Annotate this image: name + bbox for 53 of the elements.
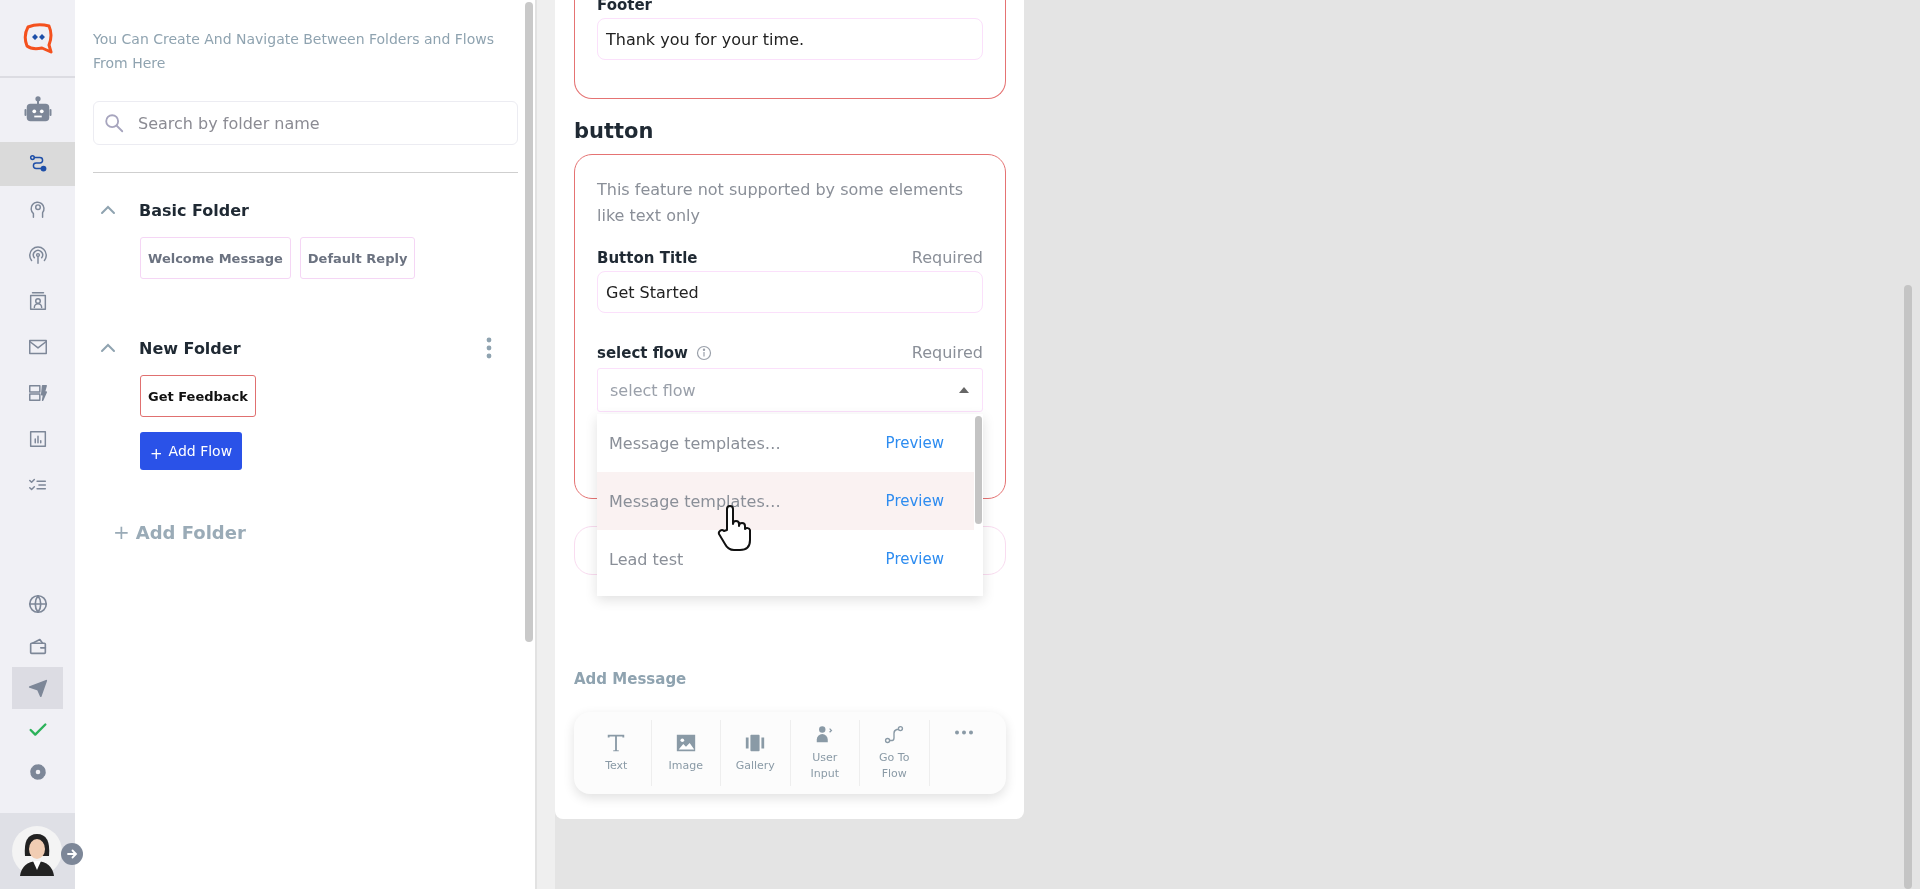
scrollbar-thumb[interactable] <box>1904 285 1912 889</box>
field-label: Footer <box>597 0 653 14</box>
field-label: Button Title <box>597 248 698 267</box>
preview-link[interactable]: Preview <box>885 434 944 452</box>
flow-select[interactable]: select flow <box>597 368 983 412</box>
field-label: select flow <box>597 343 688 362</box>
panel-description: You Can Create And Navigate Between Folders and Flows From Here <box>93 30 496 73</box>
expand-button[interactable] <box>61 843 83 865</box>
gallery-icon <box>744 732 767 754</box>
tool-button[interactable]: Image <box>651 720 721 786</box>
required-hint: Required <box>911 248 983 267</box>
add-flow-button[interactable]: + Add Flow <box>140 432 243 470</box>
image-icon <box>674 732 697 754</box>
tool-button[interactable]: Gallery <box>721 720 791 786</box>
globe-icon[interactable] <box>26 593 49 615</box>
info-icon[interactable] <box>696 344 712 361</box>
collapse-icon[interactable] <box>99 342 117 354</box>
dropdown-option[interactable]: Lead test Preview <box>597 530 974 588</box>
flow-chip[interactable]: Default Reply <box>299 237 416 279</box>
dropdown-option[interactable]: Message templates… Preview <box>597 472 974 530</box>
flow-chip[interactable]: Welcome Message <box>140 237 291 279</box>
preview-link[interactable]: Preview <box>885 492 944 510</box>
scrollbar-thumb[interactable] <box>975 416 982 524</box>
cards-icon[interactable] <box>26 382 49 404</box>
more-icon <box>953 730 974 735</box>
button-title-input[interactable]: Get Started <box>597 271 983 313</box>
broadcast-icon[interactable] <box>26 244 49 266</box>
avatar[interactable] <box>12 826 62 876</box>
option-label: Message templates… <box>609 433 781 453</box>
flow-icon <box>883 724 906 746</box>
collapse-icon[interactable] <box>99 204 117 216</box>
footer-input[interactable]: Thank you for your time. <box>597 18 983 60</box>
folder-name[interactable]: New Folder <box>139 338 486 358</box>
more-vertical-icon[interactable] <box>486 337 492 359</box>
folder-name[interactable]: Basic Folder <box>139 200 518 220</box>
option-label: Message templates… <box>609 491 781 511</box>
option-label: Lead test <box>609 549 684 569</box>
flow-chip[interactable]: Get Feedback <box>140 375 256 417</box>
required-hint: Required <box>911 343 983 362</box>
note-text: This feature not supported by some elements like text only <box>597 179 965 227</box>
scrollbar-thumb[interactable] <box>525 2 533 642</box>
section-heading: button <box>574 119 655 143</box>
add-folder-button[interactable]: + Add Folder <box>113 520 246 544</box>
add-message-title: Add Message <box>574 670 688 688</box>
arrow-right-icon <box>66 848 78 860</box>
tool-button[interactable]: User Input <box>790 720 860 786</box>
search-field[interactable]: Search by folder name <box>93 101 518 145</box>
dropdown-option[interactable]: Message templates… Preview <box>597 414 974 472</box>
logo-icon[interactable] <box>21 21 54 55</box>
tool-button[interactable]: Text <box>582 720 652 786</box>
tool-button[interactable]: Go To Flow <box>860 720 930 786</box>
paper-plane-icon[interactable] <box>26 677 49 699</box>
preview-link[interactable]: Preview <box>885 550 944 568</box>
